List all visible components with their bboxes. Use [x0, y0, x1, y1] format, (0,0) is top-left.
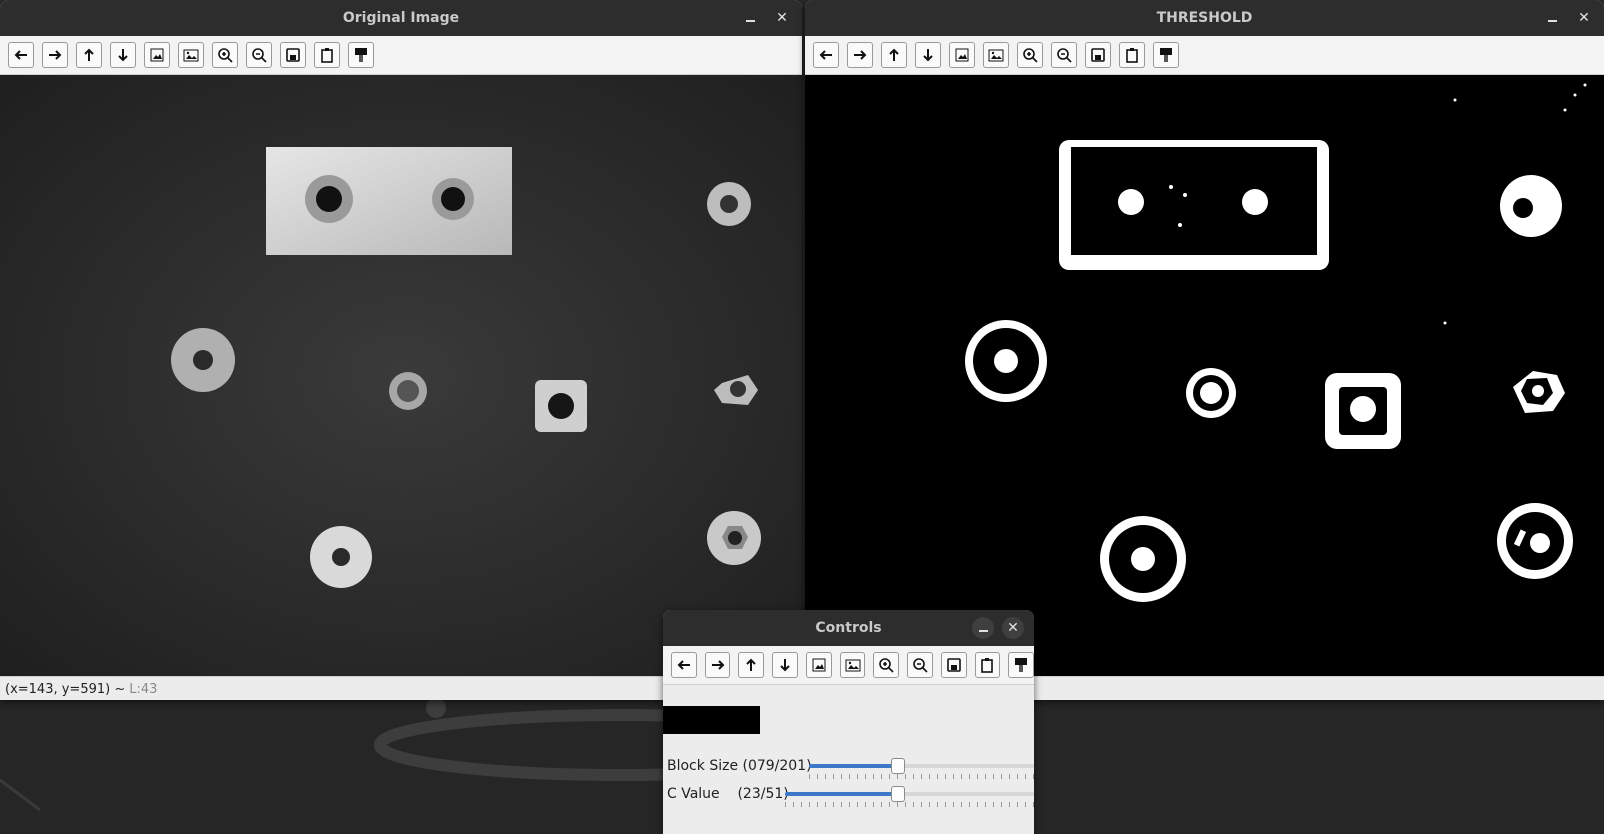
zoom-in-icon — [218, 48, 233, 63]
controls-window: Controls ✕ Block Size (079/201) C Value … — [663, 610, 1034, 834]
image-button[interactable] — [144, 42, 170, 68]
original-titlebar[interactable]: Original Image ✕ — [0, 0, 802, 36]
properties-icon — [1015, 658, 1028, 672]
save-button[interactable] — [1085, 42, 1111, 68]
arrow-left-button[interactable] — [671, 652, 697, 678]
image-alt-icon — [183, 49, 199, 62]
arrow-up-icon — [84, 48, 94, 61]
image-alt-icon — [845, 659, 861, 672]
clipboard-button[interactable] — [974, 652, 1001, 678]
properties-button[interactable] — [1153, 42, 1179, 68]
arrow-left-icon — [677, 660, 690, 670]
preview-swatch — [663, 706, 760, 734]
arrow-up-button[interactable] — [738, 652, 765, 678]
properties-icon — [1160, 48, 1172, 62]
zoom-out-button[interactable] — [907, 652, 933, 678]
block-size-slider-row: Block Size (079/201) — [667, 754, 1034, 779]
arrow-down-button[interactable] — [915, 42, 941, 68]
arrow-right-icon — [711, 660, 725, 670]
zoom-out-button[interactable] — [1051, 42, 1077, 68]
save-icon — [286, 48, 300, 62]
image-icon — [150, 48, 164, 62]
minimize-button[interactable] — [738, 6, 762, 30]
arrow-up-icon — [746, 658, 757, 671]
original-image-canvas — [0, 75, 802, 676]
c-value-label: C Value (23/51) — [667, 786, 789, 802]
image-alt-icon — [988, 49, 1004, 62]
bracket-part — [266, 147, 512, 255]
c-value-slider-row: C Value (23/51) — [667, 782, 1034, 807]
threshold-image-canvas — [805, 75, 1604, 676]
arrow-right-button[interactable] — [847, 42, 873, 68]
zoom-out-icon — [1057, 48, 1072, 63]
save-icon — [1091, 48, 1105, 62]
arrow-right-button[interactable] — [42, 42, 68, 68]
zoom-in-button[interactable] — [212, 42, 238, 68]
image-icon — [955, 48, 969, 62]
c-value-slider-handle[interactable] — [891, 786, 905, 802]
luminance-readout: L:43 — [129, 681, 158, 697]
clipboard-icon — [321, 48, 333, 63]
close-button[interactable]: ✕ — [1572, 6, 1596, 30]
arrow-right-icon — [49, 50, 62, 60]
threshold-titlebar[interactable]: THRESHOLD ✕ — [805, 0, 1604, 36]
clipboard-icon — [1126, 48, 1138, 63]
minimize-button[interactable] — [1540, 6, 1564, 30]
zoom-out-icon — [913, 658, 928, 673]
image-button[interactable] — [805, 652, 832, 678]
clipboard-icon — [981, 658, 994, 673]
arrow-up-icon — [889, 48, 899, 61]
close-button[interactable]: ✕ — [770, 6, 794, 30]
image-toolbar — [0, 36, 802, 75]
threshold-window: THRESHOLD ✕ — [805, 0, 1604, 700]
arrow-down-button[interactable] — [772, 652, 798, 678]
image-alt-button[interactable] — [178, 42, 204, 68]
arrow-left-icon — [819, 50, 832, 60]
properties-button[interactable] — [1008, 652, 1034, 678]
coords-readout: (x=143, y=591) ~ — [5, 681, 126, 697]
image-button[interactable] — [949, 42, 975, 68]
arrow-down-icon — [923, 49, 933, 62]
zoom-out-button[interactable] — [246, 42, 272, 68]
image-alt-button[interactable] — [839, 652, 866, 678]
arrow-down-icon — [780, 659, 790, 672]
block-size-label: Block Size (079/201) — [667, 758, 812, 774]
minimize-button[interactable] — [972, 617, 994, 639]
clipboard-button[interactable] — [314, 42, 340, 68]
clipboard-button[interactable] — [1119, 42, 1145, 68]
image-toolbar — [663, 646, 1034, 685]
window-title: THRESHOLD — [1156, 10, 1253, 26]
properties-icon — [355, 48, 367, 62]
arrow-up-button[interactable] — [881, 42, 907, 68]
zoom-in-button[interactable] — [873, 652, 900, 678]
arrow-right-icon — [854, 50, 867, 60]
c-value-track[interactable] — [785, 786, 1034, 807]
properties-button[interactable] — [348, 42, 374, 68]
arrow-down-button[interactable] — [110, 42, 136, 68]
save-button[interactable] — [940, 652, 967, 678]
arrow-left-button[interactable] — [8, 42, 34, 68]
original-image-window: Original Image ✕ (x=143, y=591) ~ L:43 — [0, 0, 802, 700]
zoom-in-button[interactable] — [1017, 42, 1043, 68]
save-button[interactable] — [280, 42, 306, 68]
block-size-track[interactable] — [809, 758, 1034, 779]
arrow-left-button[interactable] — [813, 42, 839, 68]
close-button[interactable]: ✕ — [1002, 617, 1024, 639]
zoom-out-icon — [252, 48, 267, 63]
window-title: Controls — [815, 620, 882, 636]
block-size-slider-handle[interactable] — [891, 758, 905, 774]
arrow-down-icon — [118, 49, 128, 62]
zoom-in-icon — [879, 658, 894, 673]
arrow-up-button[interactable] — [76, 42, 102, 68]
window-title: Original Image — [342, 10, 460, 26]
image-alt-button[interactable] — [983, 42, 1009, 68]
save-icon — [946, 658, 961, 672]
controls-titlebar[interactable]: Controls ✕ — [663, 610, 1034, 646]
image-toolbar — [805, 36, 1604, 75]
zoom-in-icon — [1023, 48, 1038, 63]
arrow-right-button[interactable] — [704, 652, 731, 678]
image-icon — [812, 658, 826, 672]
arrow-left-icon — [14, 50, 27, 60]
